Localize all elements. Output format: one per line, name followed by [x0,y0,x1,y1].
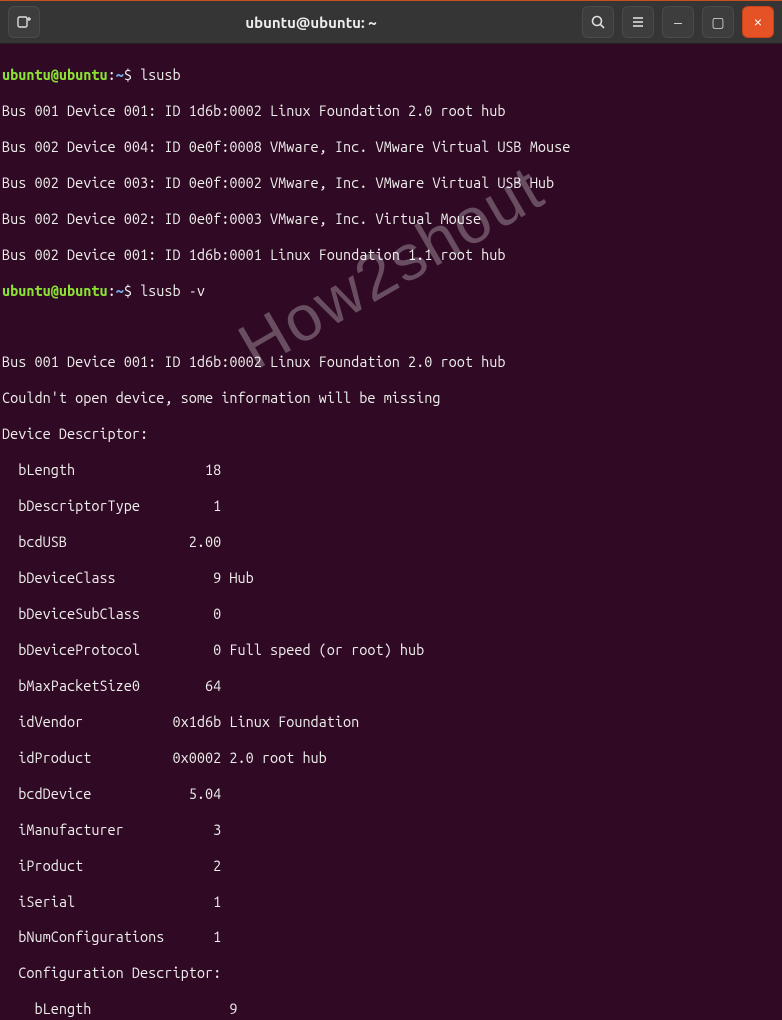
output-line: iSerial 1 [2,893,221,910]
prompt-dollar: $ [124,66,132,83]
prompt-line-1: ubuntu@ubuntu:~$ lsusb [2,66,181,83]
hamburger-icon [630,14,646,30]
output-line: bDeviceSubClass 0 [2,605,221,622]
prompt-path: ~ [116,282,124,299]
prompt-colon: : [108,66,116,83]
output-line: Device Descriptor: [2,425,148,442]
output-line: iManufacturer 3 [2,821,221,838]
output-line: bLength 9 [2,1000,237,1017]
prompt-user: ubuntu@ubuntu [2,66,108,83]
command-1: lsusb [140,66,181,83]
output-line: bcdDevice 5.04 [2,785,221,802]
prompt-line-2: ubuntu@ubuntu:~$ lsusb -v [2,282,205,299]
prompt-dollar: $ [124,282,132,299]
new-tab-button[interactable] [8,6,40,38]
output-line: Bus 002 Device 001: ID 1d6b:0001 Linux F… [2,246,505,263]
terminal-body[interactable]: ubuntu@ubuntu:~$ lsusb Bus 001 Device 00… [0,44,782,1020]
minimize-button[interactable]: – [662,6,694,38]
close-button[interactable]: × [742,6,774,38]
output-line: bLength 18 [2,461,221,478]
prompt-path: ~ [116,66,124,83]
search-button[interactable] [582,6,614,38]
menu-button[interactable] [622,6,654,38]
output-line: idProduct 0x0002 2.0 root hub [2,749,327,766]
output-line: bDeviceClass 9 Hub [2,569,254,586]
output-line: Bus 001 Device 001: ID 1d6b:0002 Linux F… [2,353,505,370]
output-line: Couldn't open device, some information w… [2,389,440,406]
output-line: Bus 001 Device 001: ID 1d6b:0002 Linux F… [2,102,505,119]
titlebar: ubuntu@ubuntu: ~ – ▢ × [0,0,782,44]
output-line: bDeviceProtocol 0 Full speed (or root) h… [2,641,424,658]
output-line: bDescriptorType 1 [2,497,221,514]
output-line: Bus 002 Device 002: ID 0e0f:0003 VMware,… [2,210,481,227]
window-title: ubuntu@ubuntu: ~ [48,14,574,31]
command-2: lsusb -v [140,282,205,299]
output-line: bcdUSB 2.00 [2,533,221,550]
prompt-colon: : [108,282,116,299]
output-line: Bus 002 Device 003: ID 0e0f:0002 VMware,… [2,174,554,191]
output-line: Configuration Descriptor: [2,964,221,981]
search-icon [590,14,606,30]
output-line: bNumConfigurations 1 [2,928,221,945]
new-tab-icon [16,14,32,30]
output-line: idVendor 0x1d6b Linux Foundation [2,713,359,730]
output-line: Bus 002 Device 004: ID 0e0f:0008 VMware,… [2,138,570,155]
output-line: iProduct 2 [2,857,221,874]
prompt-user: ubuntu@ubuntu [2,282,108,299]
maximize-button[interactable]: ▢ [702,6,734,38]
output-line: bMaxPacketSize0 64 [2,677,221,694]
